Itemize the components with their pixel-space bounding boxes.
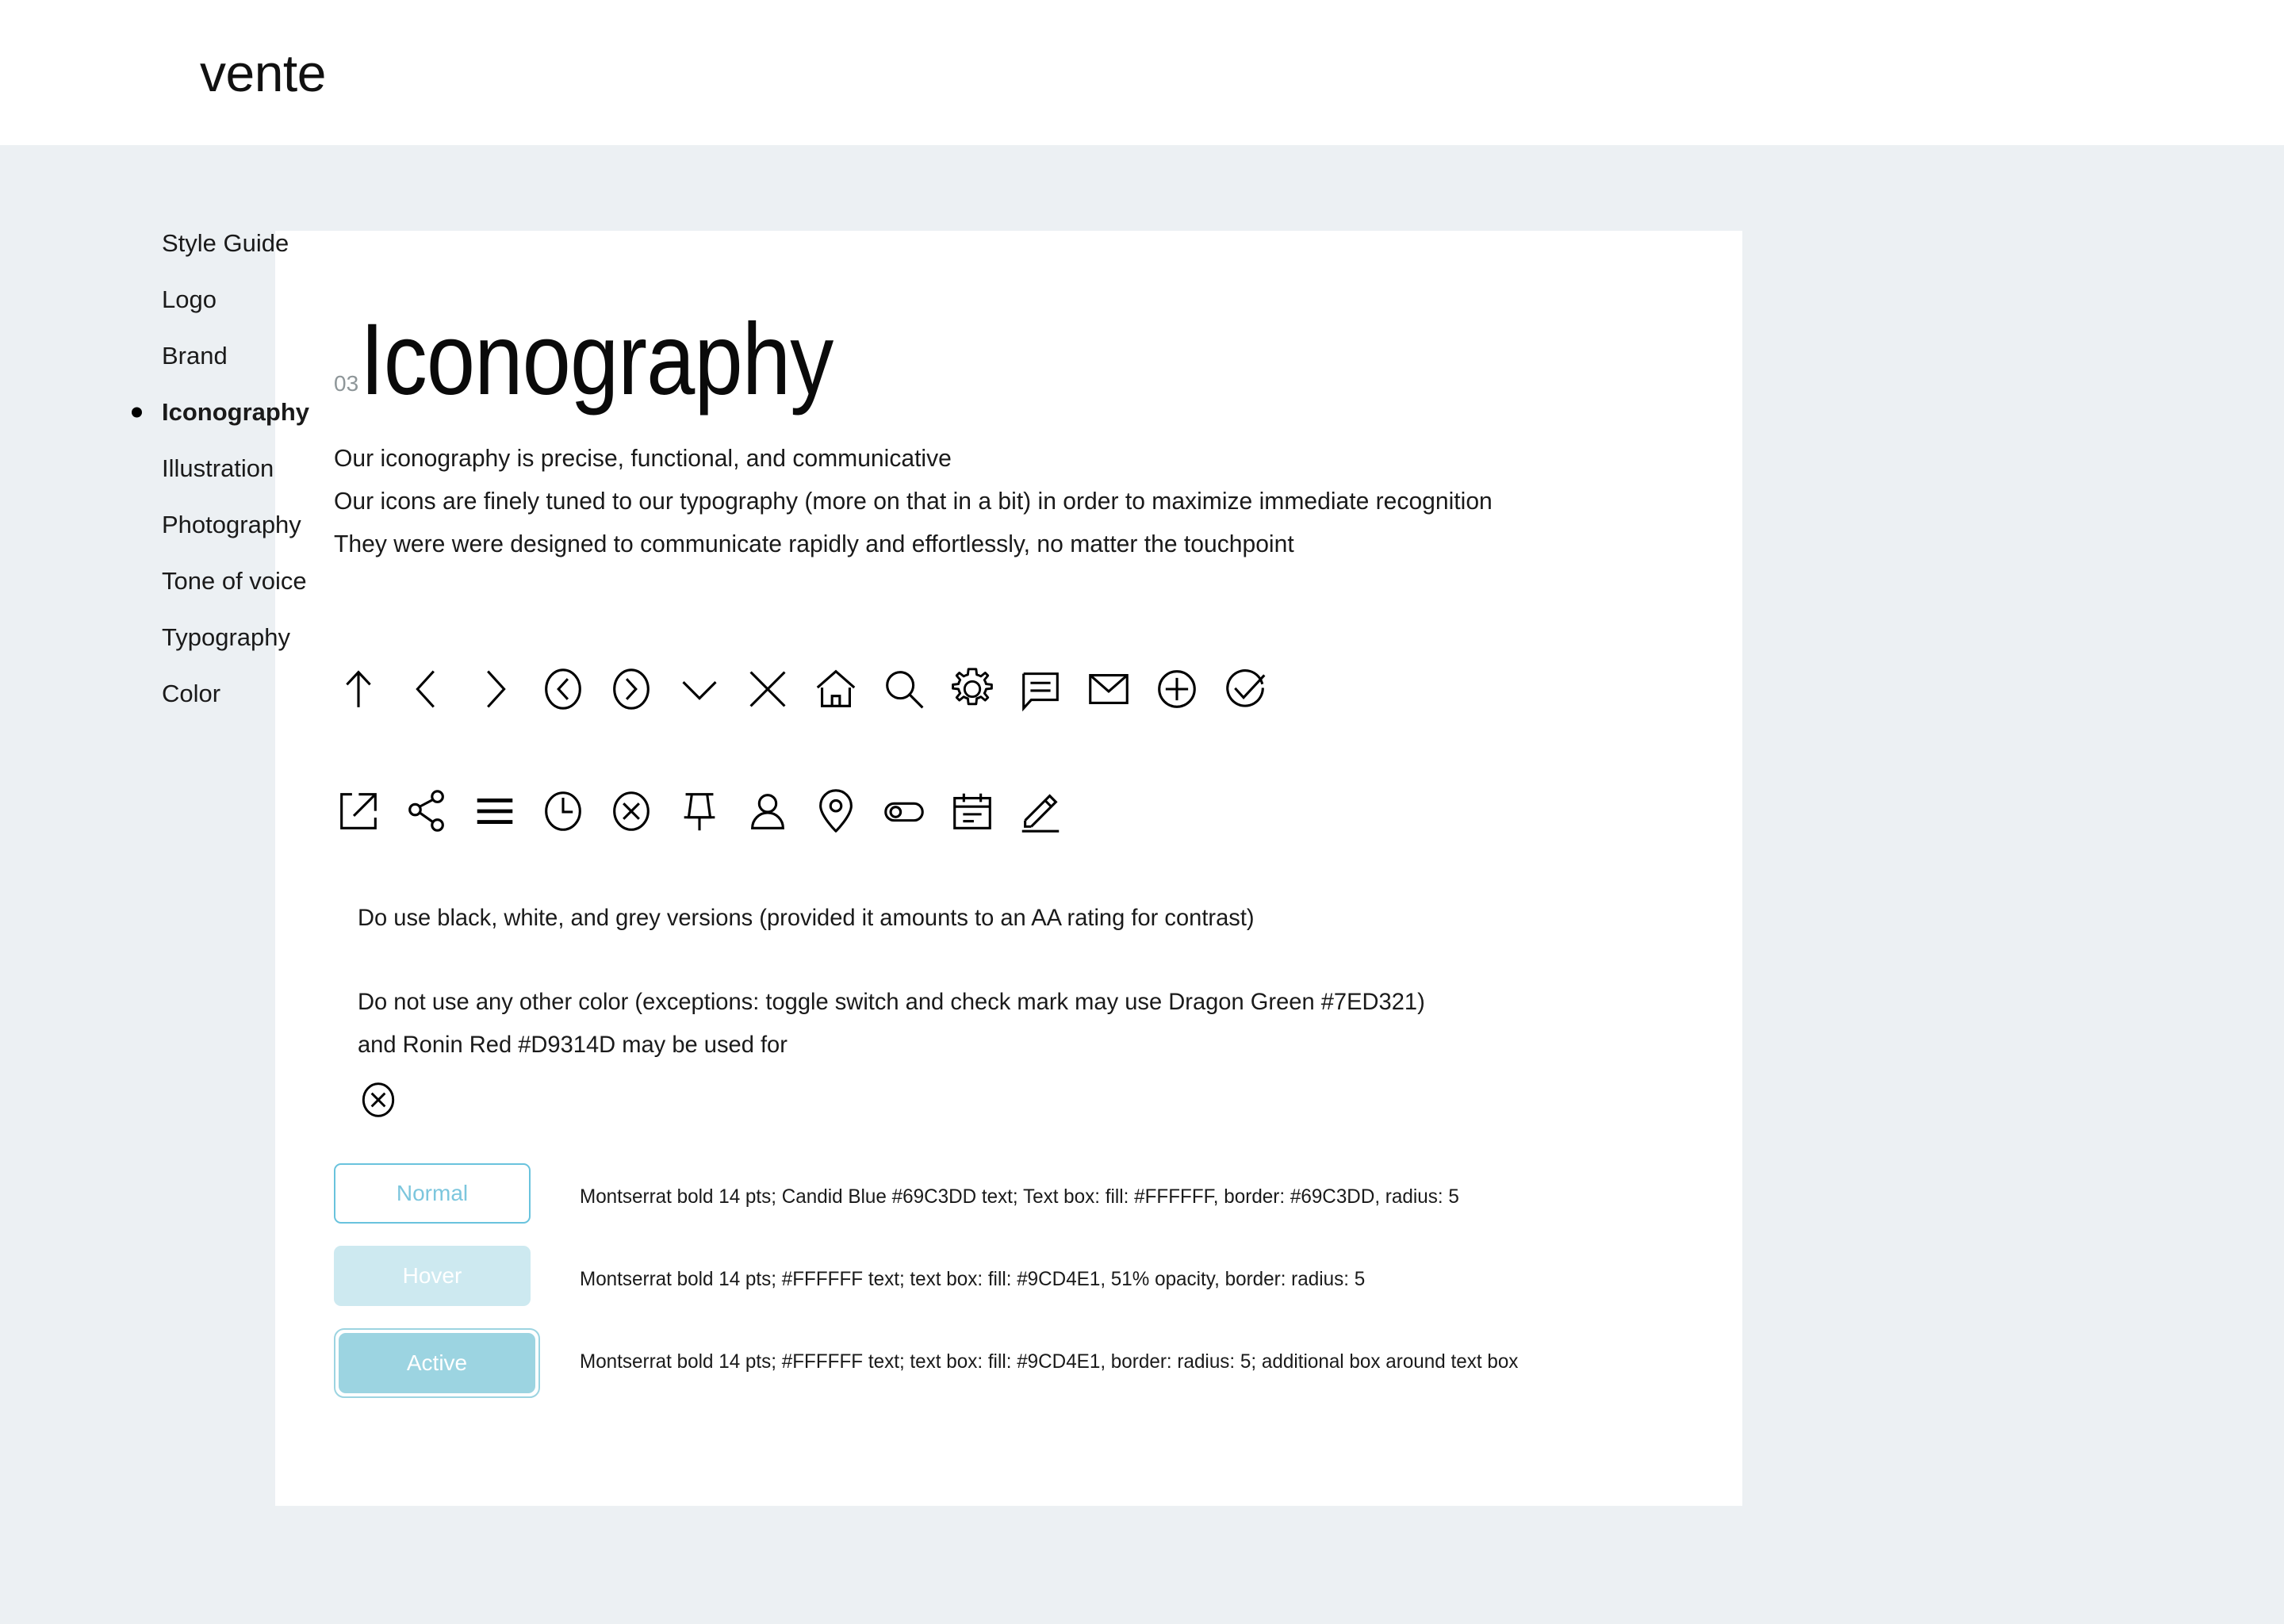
check-circle-icon[interactable] (1221, 659, 1289, 719)
search-icon[interactable] (879, 659, 948, 719)
x-circle-icon (358, 1079, 1663, 1120)
gear-icon[interactable] (948, 659, 1016, 719)
chevron-left-circle-icon[interactable] (538, 659, 607, 719)
sidebar-item-label: Illustration (162, 454, 274, 482)
home-icon[interactable] (811, 659, 879, 719)
guideline-dont-line-2: and Ronin Red #D9314D may be used for (358, 1031, 788, 1058)
sidebar-item-illustration[interactable]: Illustration (159, 456, 274, 481)
user-icon[interactable] (743, 781, 811, 841)
spec-row-hover: Hover Montserrat bold 14 pts; #FFFFFF te… (334, 1245, 1663, 1306)
active-button-wrap: Active (334, 1327, 580, 1398)
intro-line: Our icons are finely tuned to our typogr… (334, 486, 1493, 515)
map-pin-icon[interactable] (811, 781, 879, 841)
brand-logo[interactable]: vente (200, 47, 326, 99)
close-icon[interactable] (743, 659, 811, 719)
pin-icon[interactable] (675, 781, 743, 841)
chevron-left-icon[interactable] (402, 659, 470, 719)
active-button[interactable]: Active (339, 1332, 535, 1393)
sidebar-item-color[interactable]: Color (159, 681, 270, 706)
normal-button[interactable]: Normal (334, 1162, 531, 1224)
chevron-right-icon[interactable] (470, 659, 538, 719)
clock-icon[interactable] (538, 781, 607, 841)
normal-button-spec: Montserrat bold 14 pts; Candid Blue #69C… (580, 1185, 1459, 1208)
section-title: Iconography (360, 303, 834, 416)
icon-row-2 (334, 775, 1663, 848)
sidebar-item-label: Typography (162, 623, 290, 651)
sidebar-item-label: Tone of voice (162, 567, 307, 595)
page-title: 03 Iconography (334, 303, 1663, 416)
button-spec-list: Normal Montserrat bold 14 pts; Candid Bl… (334, 1162, 1663, 1398)
hover-button-wrap: Hover (334, 1245, 580, 1306)
share-icon[interactable] (402, 781, 470, 841)
active-button-outer-box: Active (334, 1327, 540, 1398)
content-card: 03 Iconography Our iconography is precis… (275, 231, 1742, 1506)
arrow-up-icon[interactable] (334, 659, 402, 719)
plus-circle-icon[interactable] (1152, 659, 1221, 719)
chevron-right-circle-icon[interactable] (607, 659, 675, 719)
intro-line: They were were designed to communicate r… (334, 529, 1294, 557)
sidebar-item-label: Iconography (162, 398, 310, 426)
sidebar-item-tone-of-voice[interactable]: Tone of voice (159, 569, 307, 593)
chevron-down-icon[interactable] (675, 659, 743, 719)
sidebar-item-label: Color (162, 680, 221, 707)
sidebar-item-label: Brand (162, 342, 228, 370)
guideline-do: Do use black, white, and grey versions (… (358, 904, 1255, 931)
guideline-dont-line-1: Do not use any other color (exceptions: … (358, 988, 1425, 1015)
normal-button-wrap: Normal (334, 1162, 580, 1224)
chat-icon[interactable] (1016, 659, 1084, 719)
active-button-spec: Montserrat bold 14 pts; #FFFFFF text; te… (580, 1350, 1519, 1373)
page-body: Style Guide Logo Brand Iconography Illus… (0, 145, 2284, 1506)
sidebar-item-brand[interactable]: Brand (159, 343, 270, 368)
sidebar-item-logo[interactable]: Logo (159, 287, 270, 312)
icon-row-1 (334, 653, 1663, 726)
hover-button-spec: Montserrat bold 14 pts; #FFFFFF text; te… (580, 1267, 1366, 1290)
spec-row-normal: Normal Montserrat bold 14 pts; Candid Bl… (334, 1162, 1663, 1224)
section-number: 03 (334, 371, 359, 396)
guidelines: Do use black, white, and grey versions (… (334, 897, 1663, 1120)
x-circle-icon[interactable] (607, 781, 675, 841)
intro-paragraph: Our iconography is precise, functional, … (334, 437, 1663, 565)
spec-row-active: Active Montserrat bold 14 pts; #FFFFFF t… (334, 1327, 1663, 1398)
sidebar-item-typography[interactable]: Typography (159, 625, 290, 649)
sidebar-nav: Style Guide Logo Brand Iconography Illus… (0, 231, 309, 737)
hover-button[interactable]: Hover (334, 1245, 531, 1306)
sidebar-item-label: Style Guide (162, 229, 289, 257)
sidebar-item-label: Photography (162, 511, 301, 538)
external-link-icon[interactable] (334, 781, 402, 841)
mail-icon[interactable] (1084, 659, 1152, 719)
icon-grid (334, 653, 1663, 848)
menu-icon[interactable] (470, 781, 538, 841)
sidebar-item-iconography[interactable]: Iconography (132, 400, 309, 424)
active-bullet-icon (132, 407, 142, 417)
sidebar-item-label: Logo (162, 285, 217, 313)
sidebar-item-photography[interactable]: Photography (159, 512, 301, 537)
app-header: vente (0, 0, 2284, 145)
sidebar-item-style-guide[interactable]: Style Guide (159, 231, 289, 255)
intro-line: Our iconography is precise, functional, … (334, 443, 952, 472)
pencil-icon[interactable] (1016, 781, 1084, 841)
calendar-icon[interactable] (948, 781, 1016, 841)
toggle-switch-icon[interactable] (879, 781, 948, 841)
